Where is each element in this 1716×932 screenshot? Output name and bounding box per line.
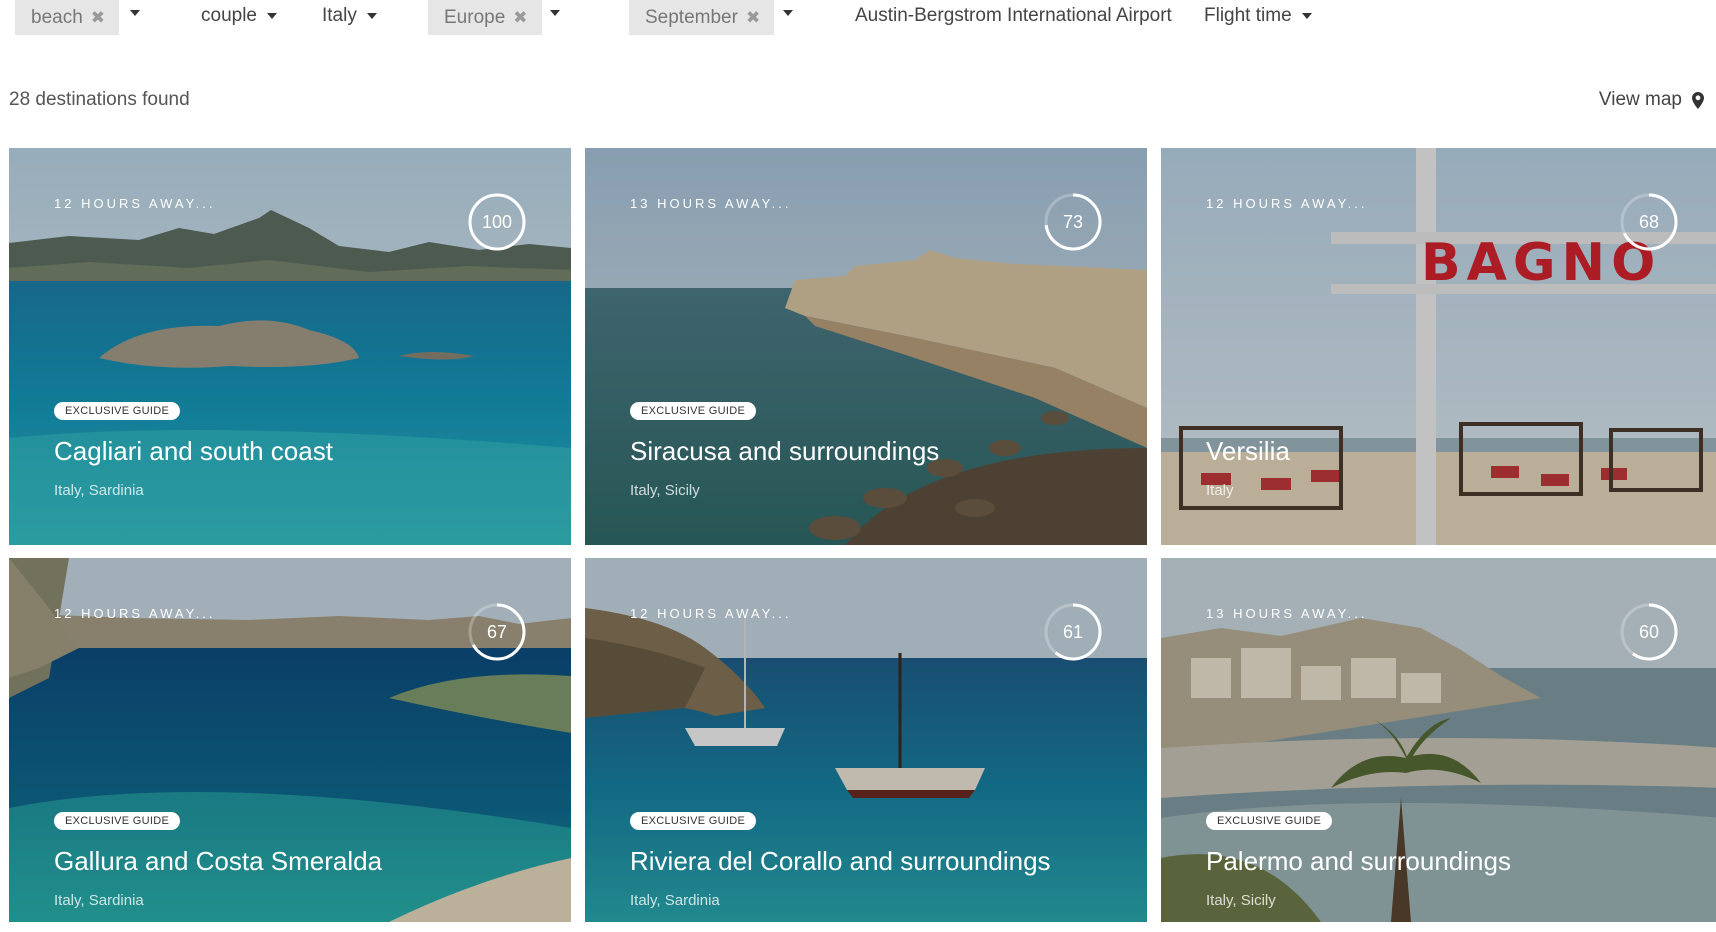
filter-chip-beach[interactable]: beach ✖	[15, 0, 120, 35]
destination-card[interactable]: 12 HOURS AWAY... 61 EXCLUSIVE GUIDE Rivi…	[585, 558, 1147, 922]
destination-title[interactable]: Cagliari and south coast	[54, 436, 333, 467]
match-score: 60	[1619, 602, 1679, 662]
dropdown-travelers[interactable]: couple	[201, 0, 277, 35]
sort-label: Flight time	[1204, 5, 1292, 26]
destination-card[interactable]: 13 HOURS AWAY... 60 EXCLUSIVE GUIDE Pale…	[1161, 558, 1716, 922]
exclusive-guide-badge: EXCLUSIVE GUIDE	[630, 812, 757, 830]
remove-icon[interactable]: ✖	[91, 0, 105, 35]
dropdown-country[interactable]: Italy	[322, 0, 377, 35]
flight-hours: 12 HOURS AWAY...	[54, 606, 216, 621]
score-value: 100	[481, 211, 513, 232]
destination-location: Italy, Sardinia	[54, 482, 144, 499]
chip-label: Europe	[444, 7, 506, 28]
dropdown-label: Italy	[322, 5, 357, 26]
destination-location: Italy	[1206, 482, 1234, 499]
chip-label: beach	[31, 7, 83, 28]
match-score: 61	[1043, 602, 1103, 662]
filter-bar: beach ✖ couple Italy Europe ✖ September ✖ A…	[0, 0, 1716, 36]
map-pin-icon	[1692, 91, 1704, 109]
destination-card[interactable]: 12 HOURS AWAY... 100 EXCLUSIVE GUIDE Cag…	[9, 148, 571, 545]
filter-chip-europe[interactable]: Europe ✖	[428, 0, 542, 35]
match-score: 73	[1043, 192, 1103, 252]
destination-location: Italy, Sicily	[630, 482, 700, 499]
filter-chip-september[interactable]: September ✖	[629, 0, 775, 35]
view-map-link[interactable]: View map	[1599, 89, 1704, 111]
exclusive-guide-badge: EXCLUSIVE GUIDE	[1206, 812, 1333, 830]
destination-title[interactable]: Riviera del Corallo and surroundings	[630, 846, 1051, 877]
match-score: 100	[467, 192, 527, 252]
flight-hours: 13 HOURS AWAY...	[1206, 606, 1368, 621]
flight-hours: 12 HOURS AWAY...	[1206, 196, 1368, 211]
match-score: 68	[1619, 192, 1679, 252]
score-value: 73	[1062, 211, 1084, 232]
remove-icon[interactable]: ✖	[746, 0, 760, 35]
score-value: 61	[1062, 621, 1084, 642]
remove-icon[interactable]: ✖	[513, 0, 527, 35]
dropdown-label: couple	[201, 5, 257, 26]
destination-location: Italy, Sardinia	[54, 892, 144, 909]
score-value: 68	[1638, 211, 1660, 232]
flight-hours: 12 HOURS AWAY...	[630, 606, 792, 621]
destination-title[interactable]: Palermo and surroundings	[1206, 846, 1511, 877]
results-count: 28 destinations found	[9, 89, 190, 110]
destination-title[interactable]: Siracusa and surroundings	[630, 436, 939, 467]
flight-hours: 12 HOURS AWAY...	[54, 196, 216, 211]
exclusive-guide-badge: EXCLUSIVE GUIDE	[54, 812, 181, 830]
destination-card[interactable]: 13 HOURS AWAY... 73 EXCLUSIVE GUIDE Sira…	[585, 148, 1147, 545]
chevron-down-icon[interactable]	[783, 10, 793, 16]
destination-title[interactable]: Versilia	[1206, 436, 1290, 467]
match-score: 67	[467, 602, 527, 662]
score-value: 67	[486, 621, 508, 642]
exclusive-guide-badge: EXCLUSIVE GUIDE	[54, 402, 181, 420]
chevron-down-icon	[1301, 12, 1312, 19]
flight-hours: 13 HOURS AWAY...	[630, 196, 792, 211]
chip-label: September	[645, 7, 738, 28]
destination-card[interactable]: BAGNO 12 HOURS AWAY... 68 Versilia Italy	[1161, 148, 1716, 545]
departure-airport[interactable]: Austin-Bergstrom International Airport	[855, 0, 1172, 35]
destination-location: Italy, Sicily	[1206, 892, 1276, 909]
chevron-down-icon[interactable]	[550, 10, 560, 16]
chevron-down-icon	[267, 12, 277, 19]
destination-title[interactable]: Gallura and Costa Smeralda	[54, 846, 382, 877]
exclusive-guide-badge: EXCLUSIVE GUIDE	[630, 402, 757, 420]
chevron-down-icon	[366, 12, 377, 19]
view-map-label: View map	[1598, 89, 1682, 110]
sort-dropdown[interactable]: Flight time	[1204, 0, 1312, 35]
destination-card[interactable]: 12 HOURS AWAY... 67 EXCLUSIVE GUIDE Gall…	[9, 558, 571, 922]
chevron-down-icon[interactable]	[130, 10, 140, 16]
score-value: 60	[1638, 621, 1660, 642]
destination-location: Italy, Sardinia	[630, 892, 720, 909]
